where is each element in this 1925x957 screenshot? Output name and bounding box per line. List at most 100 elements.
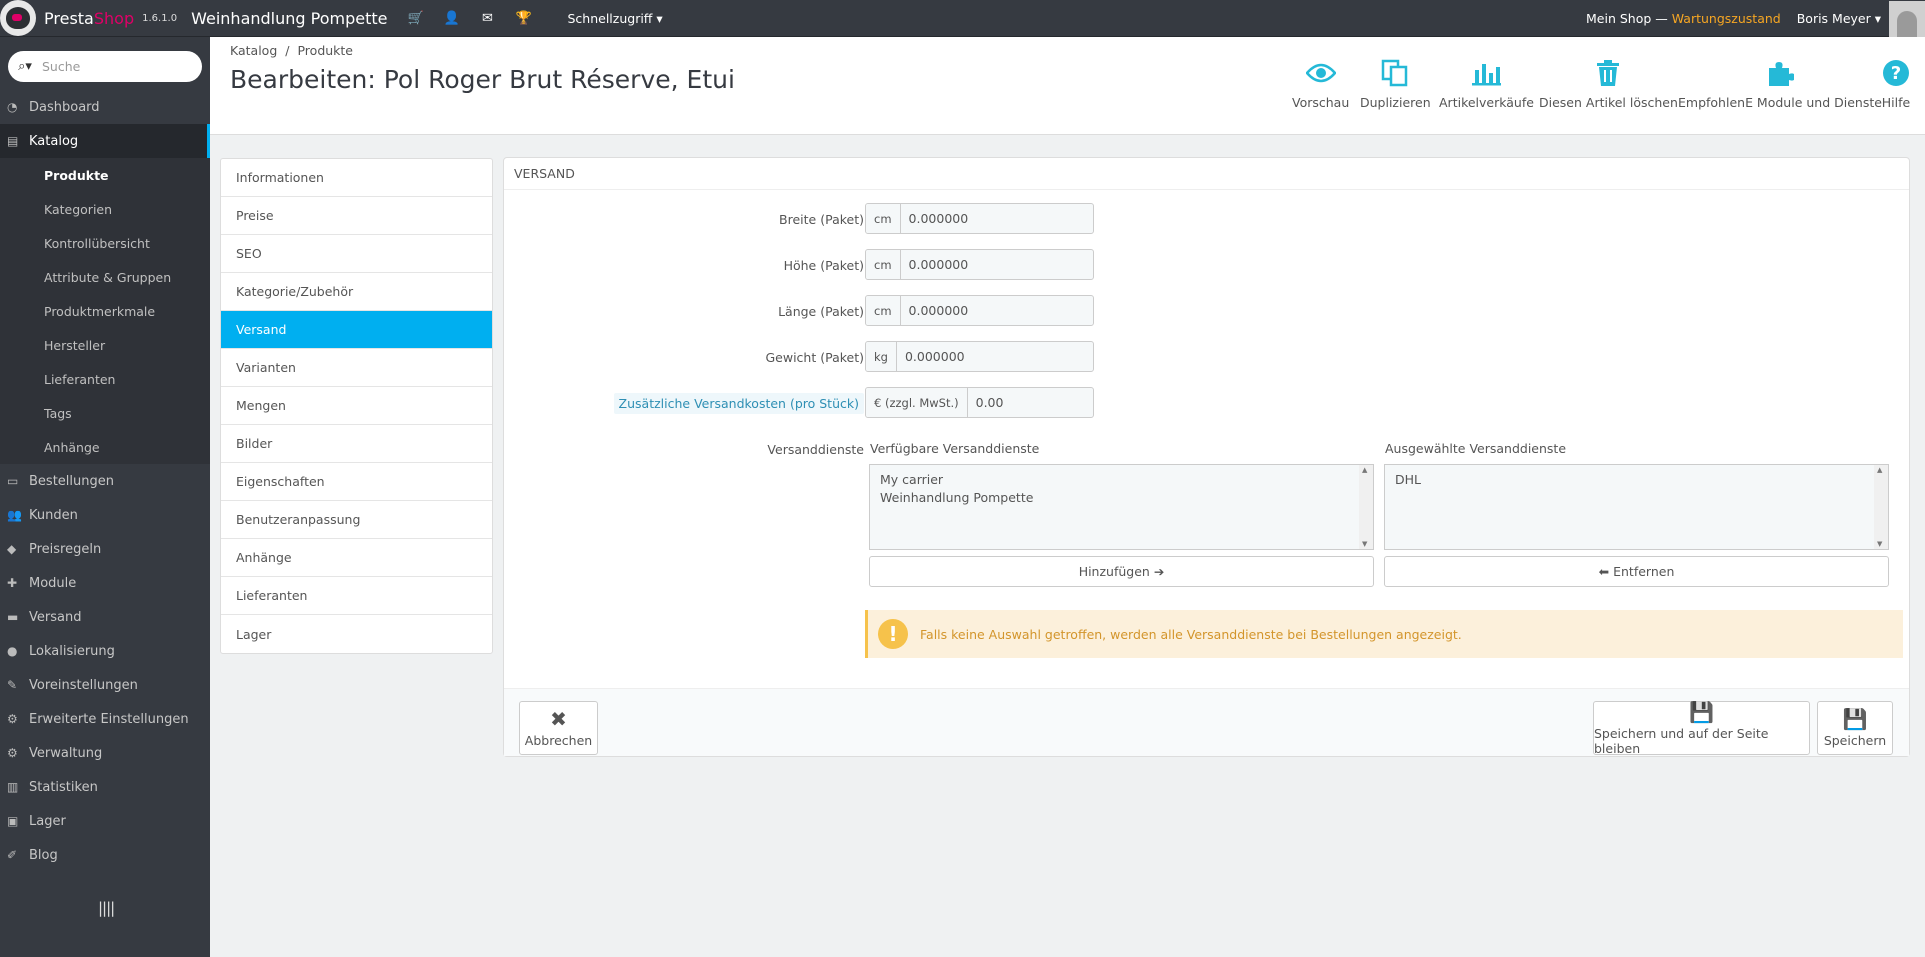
save-and-stay-button[interactable]: 💾 Speichern und auf der Seite bleiben: [1593, 701, 1810, 756]
scrollbar[interactable]: [1874, 465, 1888, 549]
duplicate-button[interactable]: Duplizieren: [1360, 57, 1431, 110]
recommended-modules-button[interactable]: EmpfohlenE Module und Dienste: [1678, 57, 1882, 110]
sidebar-item-catalog[interactable]: ▤ Katalog: [0, 124, 210, 158]
help-icon: ?: [1883, 60, 1909, 86]
sidebar-item-stock[interactable]: ▣ Lager: [0, 804, 210, 838]
cancel-button[interactable]: ✖ Abbrechen: [519, 701, 598, 755]
submenu-item-monitoring[interactable]: Kontrollübersicht: [0, 226, 210, 260]
width-field[interactable]: cm 0.000000: [865, 203, 1094, 234]
tab-images[interactable]: Bilder: [221, 425, 492, 463]
help-button[interactable]: ? Hilfe: [1879, 57, 1913, 110]
depth-label: Länge (Paket): [778, 304, 864, 319]
sidebar-item-stats[interactable]: ▥ Statistiken: [0, 770, 210, 804]
copy-icon: [1382, 59, 1408, 87]
cart-icon[interactable]: 🛒: [407, 11, 423, 26]
selected-carriers-list[interactable]: DHL: [1384, 464, 1889, 550]
delete-button[interactable]: Diesen Artikel löschen: [1539, 57, 1678, 110]
add-carrier-button[interactable]: Hinzufügen ➔: [869, 556, 1374, 587]
sidebar-item-preferences[interactable]: ✎ Voreinstellungen: [0, 668, 210, 702]
product-tabs: Informationen Preise SEO Kategorie/Zubeh…: [220, 158, 493, 654]
customer-icon[interactable]: 👤: [443, 11, 459, 26]
sidebar-item-blog[interactable]: ✐ Blog: [0, 838, 210, 872]
save-button[interactable]: 💾 Speichern: [1817, 701, 1893, 755]
sidebar-item-administration[interactable]: ⚙ Verwaltung: [0, 736, 210, 770]
list-item[interactable]: Weinhandlung Pompette: [880, 489, 1363, 507]
my-shop-link[interactable]: Mein Shop — Wartungszustand: [1586, 11, 1781, 26]
sidebar-item-advanced[interactable]: ⚙ Erweiterte Einstellungen: [0, 702, 210, 736]
globe-icon: ●: [7, 644, 18, 658]
user-menu[interactable]: Boris Meyer ▾: [1797, 11, 1881, 26]
tab-suppliers[interactable]: Lieferanten: [221, 577, 492, 615]
truck-icon: ▬: [7, 610, 19, 624]
prestashop-logo[interactable]: [0, 0, 36, 36]
panel-footer: ✖ Abbrechen 💾 Speichern und auf der Seit…: [504, 688, 1909, 756]
sidebar-item-orders[interactable]: ▭ Bestellungen: [0, 464, 210, 498]
weight-field[interactable]: kg 0.000000: [865, 341, 1094, 372]
list-item[interactable]: My carrier: [880, 471, 1363, 489]
width-unit: cm: [866, 204, 901, 233]
tab-combinations[interactable]: Varianten: [221, 349, 492, 387]
page-header: Katalog / Produkte Bearbeiten: Pol Roger B…: [210, 37, 1925, 135]
carrier-warning: ! Falls keine Auswahl getroffen, werden …: [865, 610, 1903, 658]
gear-icon: ⚙: [7, 746, 18, 760]
extra-cost-field[interactable]: € (zzgl. MwSt.) 0.00: [865, 387, 1094, 418]
tab-seo[interactable]: SEO: [221, 235, 492, 273]
sidebar-item-localization[interactable]: ● Lokalisierung: [0, 634, 210, 668]
sidebar-item-modules[interactable]: ✚ Module: [0, 566, 210, 600]
submenu-item-manufacturers[interactable]: Hersteller: [0, 328, 210, 362]
height-field[interactable]: cm 0.000000: [865, 249, 1094, 280]
floppy-disk-icon: 💾: [1842, 707, 1868, 731]
preview-button[interactable]: Vorschau: [1292, 57, 1349, 110]
tab-features[interactable]: Eigenschaften: [221, 463, 492, 501]
depth-field[interactable]: cm 0.000000: [865, 295, 1094, 326]
wrench-icon: ✎: [7, 678, 18, 692]
submenu-item-attachments[interactable]: Anhänge: [0, 430, 210, 464]
search-box[interactable]: ⌕▾ Suche: [8, 51, 202, 82]
breadcrumb-products[interactable]: Produkte: [297, 43, 353, 58]
submenu-item-features[interactable]: Produktmerkmale: [0, 294, 210, 328]
sidebar-item-customers[interactable]: 👥 Kunden: [0, 498, 210, 532]
tab-customization[interactable]: Benutzeranpassung: [221, 501, 492, 539]
list-item[interactable]: DHL: [1395, 471, 1878, 489]
weight-input[interactable]: 0.000000: [897, 342, 1093, 371]
search-input[interactable]: Suche: [42, 59, 80, 74]
submenu-item-categories[interactable]: Kategorien: [0, 192, 210, 226]
trophy-icon[interactable]: 🏆: [515, 11, 531, 26]
tab-informations[interactable]: Informationen: [221, 159, 492, 197]
sidebar-item-shipping[interactable]: ▬ Versand: [0, 600, 210, 634]
shipping-panel: Versand Breite (Paket) cm 0.000000 Höhe …: [503, 157, 1910, 757]
breadcrumb-catalog[interactable]: Katalog: [230, 43, 277, 58]
submenu-item-attributes[interactable]: Attribute & Gruppen: [0, 260, 210, 294]
tab-associations[interactable]: Kategorie/Zubehör: [221, 273, 492, 311]
collapse-menu-icon[interactable]: ||||: [98, 899, 115, 917]
submenu-item-tags[interactable]: Tags: [0, 396, 210, 430]
quick-access-dropdown[interactable]: Schnellzugriff ▾: [567, 11, 662, 26]
submenu-item-products[interactable]: Produkte: [0, 158, 210, 192]
width-input[interactable]: 0.000000: [901, 204, 1093, 233]
avatar[interactable]: [1889, 0, 1925, 37]
height-input[interactable]: 0.000000: [901, 250, 1093, 279]
extra-cost-input[interactable]: 0.00: [968, 388, 1093, 417]
envelope-icon[interactable]: ✉: [479, 11, 495, 26]
tab-shipping[interactable]: Versand: [221, 311, 492, 349]
arrow-left-icon: ⬅: [1598, 564, 1610, 579]
panel-heading: Versand: [504, 158, 1909, 190]
sidebar-item-dashboard[interactable]: ◔ Dashboard: [0, 90, 210, 124]
shop-name-link[interactable]: Weinhandlung Pompette: [191, 9, 387, 28]
remove-carrier-button[interactable]: ⬅ Entfernen: [1384, 556, 1889, 587]
extra-cost-label[interactable]: Zusätzliche Versandkosten (pro Stück): [504, 393, 864, 414]
tab-attachments[interactable]: Anhänge: [221, 539, 492, 577]
sales-button[interactable]: Artikelverkäufe: [1439, 57, 1534, 110]
brand-name[interactable]: PrestaShop: [44, 9, 134, 28]
weight-unit: kg: [866, 342, 897, 371]
scrollbar[interactable]: [1359, 465, 1373, 549]
available-carriers-list[interactable]: My carrier Weinhandlung Pompette: [869, 464, 1374, 550]
sidebar-item-price-rules[interactable]: ◆ Preisregeln: [0, 532, 210, 566]
tab-prices[interactable]: Preise: [221, 197, 492, 235]
cogs-icon: ⚙: [7, 712, 18, 726]
search-icon[interactable]: ⌕▾: [8, 59, 42, 74]
submenu-item-suppliers[interactable]: Lieferanten: [0, 362, 210, 396]
tab-quantities[interactable]: Mengen: [221, 387, 492, 425]
tab-warehouses[interactable]: Lager: [221, 615, 492, 653]
depth-input[interactable]: 0.000000: [901, 296, 1093, 325]
